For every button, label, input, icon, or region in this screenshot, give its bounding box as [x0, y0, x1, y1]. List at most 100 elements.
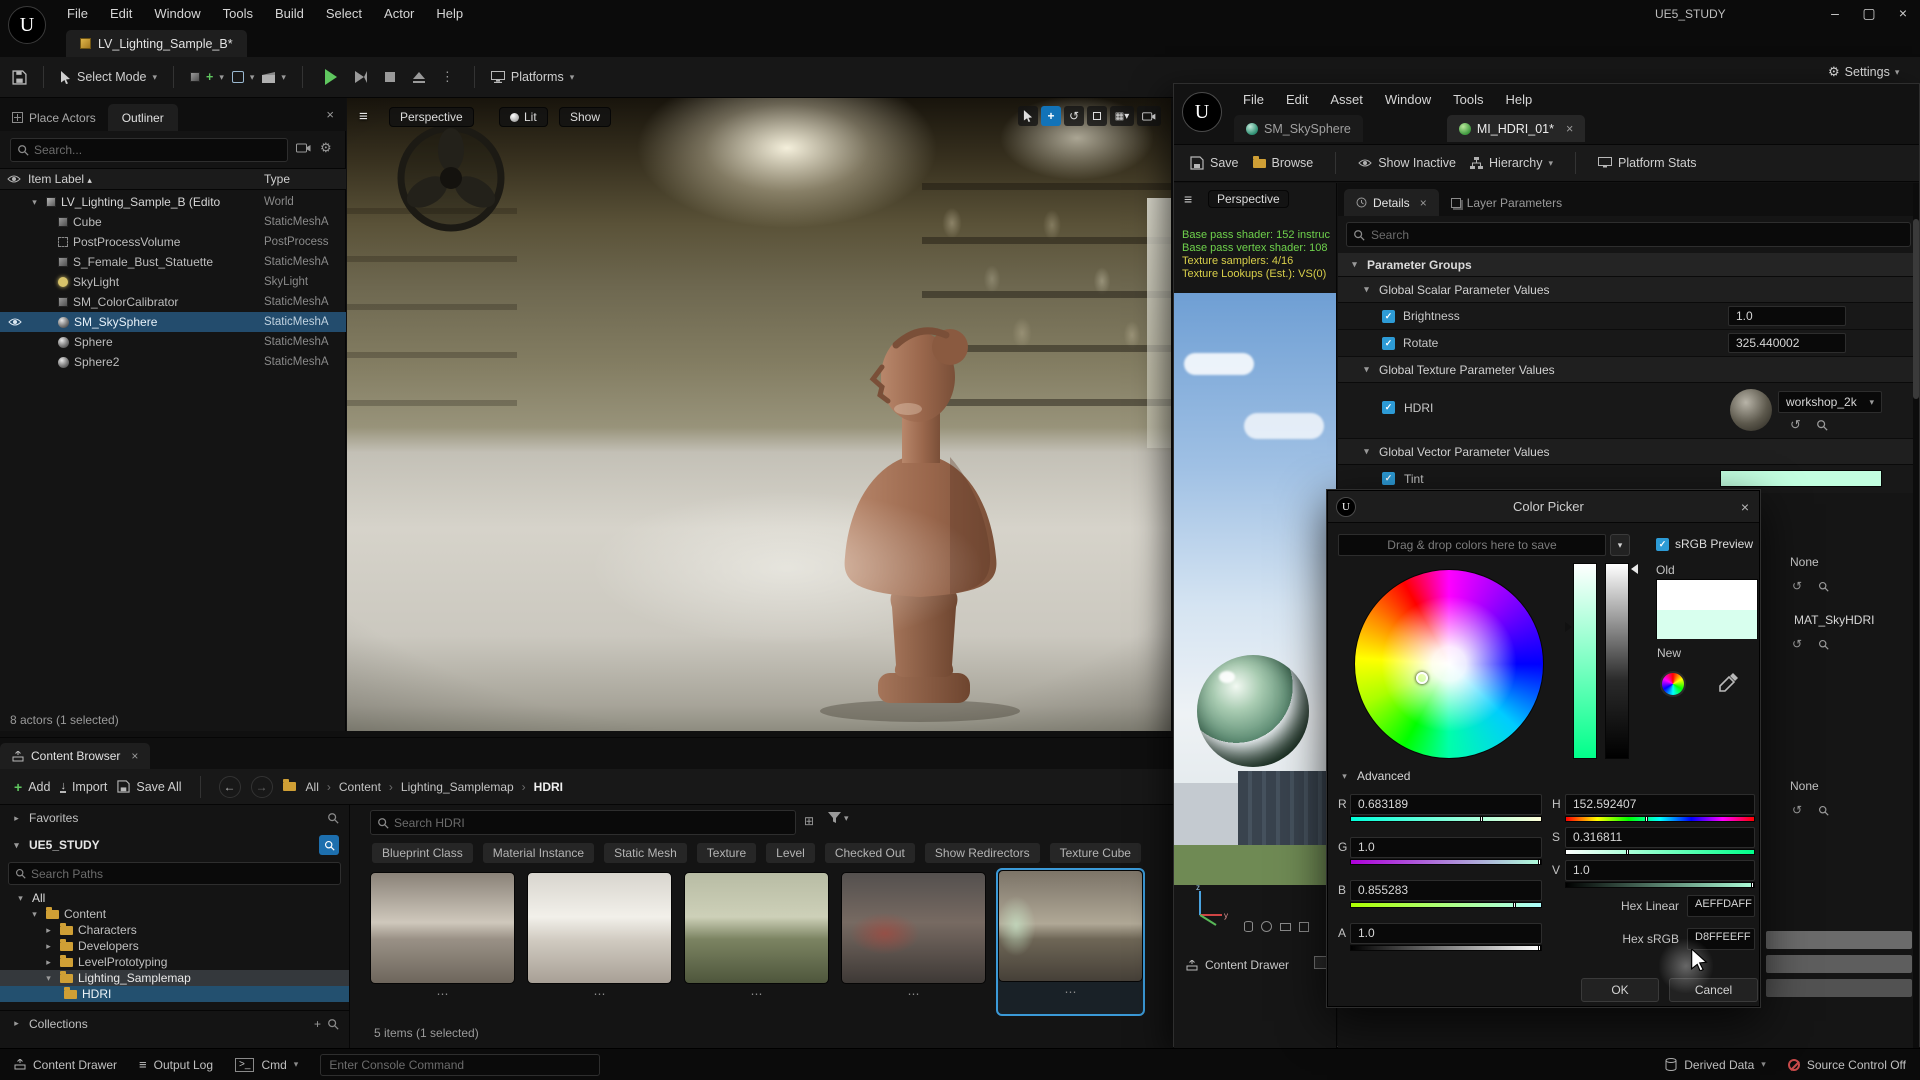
mat-menu-window[interactable]: Window: [1374, 86, 1442, 113]
hierarchy-dropdown[interactable]: Hierarchy▾: [1470, 156, 1553, 170]
play-button[interactable]: [325, 69, 337, 85]
tab-details[interactable]: Details ×: [1344, 189, 1439, 216]
forward-button[interactable]: →: [251, 776, 273, 798]
color-wheel-indicator[interactable]: [1416, 672, 1428, 684]
outliner-settings-icon[interactable]: ⚙: [320, 140, 332, 156]
outliner-row-sphere[interactable]: SphereStaticMeshA: [0, 332, 346, 352]
search-paths-input[interactable]: [31, 867, 311, 881]
import-button[interactable]: ↓Import: [60, 780, 107, 794]
details-scrollbar[interactable]: [1913, 183, 1919, 1048]
outliner-row-sphere2[interactable]: Sphere2StaticMeshA: [0, 352, 346, 372]
outliner-search-input-box[interactable]: [10, 138, 288, 162]
tree-item-hdri[interactable]: HDRI: [0, 986, 349, 1002]
menu-file[interactable]: File: [56, 0, 99, 27]
saturation-bar-marker[interactable]: [1565, 622, 1572, 632]
group-vector-header[interactable]: ▾Global Vector Parameter Values: [1338, 439, 1919, 465]
outliner-row-statuette[interactable]: S_Female_Bust_StatuetteStaticMeshA: [0, 252, 346, 272]
preview-shape-plane-icon[interactable]: [1280, 923, 1291, 931]
derived-data-dropdown[interactable]: Derived Data▾: [1665, 1058, 1766, 1072]
ok-button[interactable]: OK: [1581, 978, 1659, 1002]
breadcrumb-content[interactable]: Content: [339, 780, 381, 794]
outliner-close-icon[interactable]: ×: [326, 107, 334, 122]
preview-shape-cube-icon[interactable]: [1299, 922, 1309, 932]
group-scalar-header[interactable]: ▾Global Scalar Parameter Values: [1338, 277, 1919, 303]
collections-search-icon[interactable]: [327, 1018, 339, 1030]
brightness-value[interactable]: 1.0: [1728, 306, 1846, 326]
tab-place-actors[interactable]: Place Actors: [0, 104, 108, 131]
hdri-asset-2[interactable]: ⋯: [527, 872, 672, 1016]
play-options-menu[interactable]: ⋮: [441, 69, 454, 85]
outliner-row-level[interactable]: ▾LV_Lighting_Sample_B (EditoWorld: [0, 192, 346, 212]
filter-static-mesh[interactable]: Static Mesh: [604, 843, 687, 863]
browse-to-asset-icon[interactable]: [1816, 419, 1828, 431]
content-drawer-button[interactable]: Content Drawer: [14, 1058, 117, 1072]
rotate-checkbox[interactable]: ✓: [1382, 337, 1395, 350]
mat-menu-tools[interactable]: Tools: [1442, 86, 1494, 113]
use-selected-icon[interactable]: ↺: [1792, 579, 1802, 593]
tab-close-icon[interactable]: ×: [1566, 122, 1573, 136]
outliner-row-postprocess[interactable]: PostProcessVolumePostProcess: [0, 232, 346, 252]
favorites-search-icon[interactable]: [327, 812, 339, 824]
browse-to-asset-icon[interactable]: [1818, 805, 1829, 816]
platforms-dropdown[interactable]: Platforms▾: [491, 70, 574, 84]
skip-button[interactable]: [355, 71, 367, 83]
tab-outliner[interactable]: Outliner: [108, 104, 178, 131]
filter-level[interactable]: Level: [766, 843, 815, 863]
hdri-checkbox[interactable]: ✓: [1382, 401, 1395, 414]
material-preview-pane[interactable]: ≡ Perspective Base pass shader: 152 inst…: [1174, 183, 1337, 1048]
mat-menu-asset[interactable]: Asset: [1319, 86, 1374, 113]
menu-build[interactable]: Build: [264, 0, 315, 27]
show-button[interactable]: Show: [559, 107, 611, 127]
tree-item-developers[interactable]: ▸Developers: [0, 938, 349, 954]
mat-save-button[interactable]: Save: [1190, 156, 1239, 170]
hdri-asset-5-selected[interactable]: ⋯: [998, 870, 1143, 1014]
h-slider[interactable]: [1565, 816, 1755, 822]
b-value[interactable]: 0.855283: [1350, 880, 1542, 901]
a-value[interactable]: 1.0: [1350, 923, 1542, 944]
outliner-search-input[interactable]: [34, 143, 264, 157]
select-tool-icon[interactable]: [1018, 106, 1038, 126]
details-close-icon[interactable]: ×: [1420, 196, 1427, 210]
tree-item-characters[interactable]: ▸Characters: [0, 922, 349, 938]
project-section[interactable]: ▾UE5_STUDY: [0, 831, 349, 859]
parameter-groups-header[interactable]: ▾Parameter Groups: [1338, 253, 1919, 277]
details-search-input[interactable]: [1371, 228, 1871, 242]
mat-menu-help[interactable]: Help: [1494, 86, 1543, 113]
outliner-camera-icon[interactable]: [296, 142, 311, 153]
console-command-input[interactable]: [320, 1054, 600, 1076]
blueprints-dropdown[interactable]: ▾: [232, 71, 255, 83]
mat-menu-edit[interactable]: Edit: [1275, 86, 1319, 113]
ue-logo[interactable]: U: [8, 6, 46, 44]
menu-edit[interactable]: Edit: [99, 0, 143, 27]
disabled-slider[interactable]: [1766, 931, 1912, 949]
filter-blueprint-class[interactable]: Blueprint Class: [372, 843, 473, 863]
menu-help[interactable]: Help: [425, 0, 474, 27]
advanced-expander[interactable]: ▾Advanced: [1338, 769, 1410, 783]
browse-to-asset-icon[interactable]: [1818, 581, 1829, 592]
preview-perspective-button[interactable]: Perspective: [1208, 190, 1289, 208]
menu-select[interactable]: Select: [315, 0, 373, 27]
menu-actor[interactable]: Actor: [373, 0, 425, 27]
tint-color-swatch[interactable]: [1720, 470, 1882, 487]
level-tab[interactable]: LV_Lighting_Sample_B*: [66, 30, 247, 57]
mat-content-drawer-button[interactable]: Content Drawer: [1186, 958, 1289, 972]
brightness-checkbox[interactable]: ✓: [1382, 310, 1395, 323]
mat-browse-button[interactable]: Browse: [1253, 156, 1314, 170]
outliner-row-skysphere-selected[interactable]: SM_SkySphereStaticMeshA: [0, 312, 346, 332]
asset-search-box[interactable]: [370, 810, 796, 835]
tree-item-content[interactable]: ▾Content: [0, 906, 349, 922]
grid-snap-icon[interactable]: ▦▾: [1110, 106, 1134, 126]
hdri-asset-1[interactable]: ⋯: [370, 872, 515, 1016]
tint-checkbox[interactable]: ✓: [1382, 472, 1395, 485]
outliner-row-cube[interactable]: CubeStaticMeshA: [0, 212, 346, 232]
source-control-button[interactable]: Source Control Off: [1788, 1058, 1906, 1072]
breadcrumb-hdri[interactable]: HDRI: [534, 780, 563, 794]
move-tool-icon[interactable]: +: [1041, 106, 1061, 126]
platform-stats-button[interactable]: Platform Stats: [1598, 156, 1697, 170]
use-selected-icon[interactable]: ↺: [1790, 417, 1801, 433]
browse-to-asset-icon[interactable]: [1818, 639, 1829, 650]
column-item-label[interactable]: Item Label ▴: [28, 172, 92, 186]
column-type[interactable]: Type: [264, 172, 290, 186]
tree-item-lighting-samplemap[interactable]: ▾Lighting_Samplemap: [0, 970, 349, 986]
texture-slot-none[interactable]: None: [1790, 555, 1819, 569]
